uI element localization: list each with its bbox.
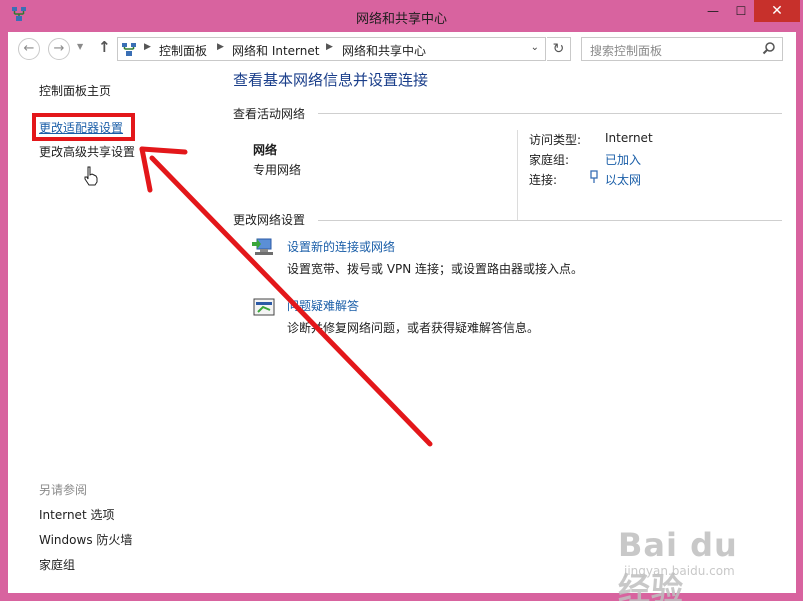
windows-firewall-link[interactable]: Windows 防火墙 <box>39 531 132 548</box>
breadcrumb-separator-icon[interactable]: ▶ <box>217 42 224 52</box>
search-box[interactable]: 搜索控制面板 <box>581 37 783 61</box>
ethernet-icon <box>590 170 598 183</box>
divider <box>517 130 518 220</box>
annotation-highlight-box <box>32 113 135 141</box>
network-name: 网络 <box>253 143 278 157</box>
network-setup-icon <box>252 238 273 255</box>
left-navigation-pane: 控制面板主页 更改适配器设置 更改高级共享设置 另请参阅 Internet 选项… <box>8 66 220 593</box>
watermark-url: jingyan.baidu.com <box>624 564 735 578</box>
breadcrumb-network-sharing-center[interactable]: 网络和共享中心 <box>342 42 426 59</box>
access-type-value: Internet <box>605 131 653 145</box>
navigation-bar: ← → ▼ ↑ ▶ 控制面板 ▶ 网络和 Internet ▶ 网络和共享中心 … <box>8 32 796 66</box>
forward-button[interactable]: → <box>48 38 70 60</box>
network-type: 专用网络 <box>253 163 302 177</box>
setup-new-connection-description: 设置宽带、拨号或 VPN 连接；或设置路由器或接入点。 <box>287 262 584 276</box>
control-panel-home-link[interactable]: 控制面板主页 <box>39 82 111 99</box>
ethernet-link[interactable]: 以太网 <box>605 171 641 188</box>
troubleshoot-icon <box>253 298 275 316</box>
minimize-button[interactable]: — <box>700 0 726 22</box>
homegroup-label: 家庭组: <box>529 153 570 167</box>
refresh-button[interactable]: ↻ <box>547 37 571 61</box>
divider <box>318 220 782 221</box>
breadcrumb-control-panel[interactable]: 控制面板 <box>159 42 207 59</box>
address-dropdown-icon[interactable]: ⌄ <box>531 42 539 53</box>
breadcrumb-network-internet[interactable]: 网络和 Internet <box>232 42 319 59</box>
up-button[interactable]: ↑ <box>98 38 111 56</box>
forward-arrow-icon: → <box>53 41 65 56</box>
troubleshoot-problems-description: 诊断并修复网络问题，或者获得疑难解答信息。 <box>287 321 540 335</box>
address-bar[interactable]: ▶ 控制面板 ▶ 网络和 Internet ▶ 网络和共享中心 ⌄ <box>117 37 546 61</box>
refresh-icon: ↻ <box>552 41 565 57</box>
connections-label: 连接: <box>529 173 558 187</box>
see-also-heading: 另请参阅 <box>39 483 88 497</box>
page-title: 查看基本网络信息并设置连接 <box>233 71 429 89</box>
maximize-button[interactable]: ☐ <box>728 0 754 22</box>
control-panel-icon <box>122 43 136 56</box>
homegroup-link[interactable]: 家庭组 <box>39 556 75 573</box>
window-title: 网络和共享中心 <box>355 12 447 27</box>
change-advanced-sharing-link[interactable]: 更改高级共享设置 <box>39 143 135 160</box>
setup-new-connection-link[interactable]: 设置新的连接或网络 <box>287 238 395 255</box>
breadcrumb-separator-icon[interactable]: ▶ <box>144 42 151 52</box>
back-button[interactable]: ← <box>18 38 40 60</box>
troubleshoot-problems-link[interactable]: 问题疑难解答 <box>287 297 359 314</box>
up-arrow-icon: ↑ <box>98 38 111 56</box>
chevron-down-icon: ▼ <box>77 42 84 51</box>
breadcrumb-separator-icon[interactable]: ▶ <box>326 42 333 52</box>
active-networks-heading: 查看活动网络 <box>233 107 306 121</box>
search-input[interactable]: 搜索控制面板 <box>590 42 662 59</box>
access-type-label: 访问类型: <box>529 133 582 147</box>
homegroup-joined-link[interactable]: 已加入 <box>605 151 641 168</box>
change-network-settings-heading: 更改网络设置 <box>233 213 306 227</box>
close-button[interactable]: ✕ <box>754 0 800 22</box>
divider <box>318 113 782 114</box>
baidu-watermark: Bai du 经验 jingyan.baidu.com <box>612 512 772 601</box>
recent-locations-dropdown[interactable]: ▼ <box>77 42 83 51</box>
hand-cursor-icon <box>84 166 98 186</box>
internet-options-link[interactable]: Internet 选项 <box>39 506 114 523</box>
search-icon[interactable] <box>762 41 776 55</box>
window-client-area: ← → ▼ ↑ ▶ 控制面板 ▶ 网络和 Internet ▶ 网络和共享中心 … <box>8 32 796 593</box>
title-bar: 网络和共享中心 — ☐ ✕ <box>0 0 803 32</box>
back-arrow-icon: ← <box>23 41 35 56</box>
